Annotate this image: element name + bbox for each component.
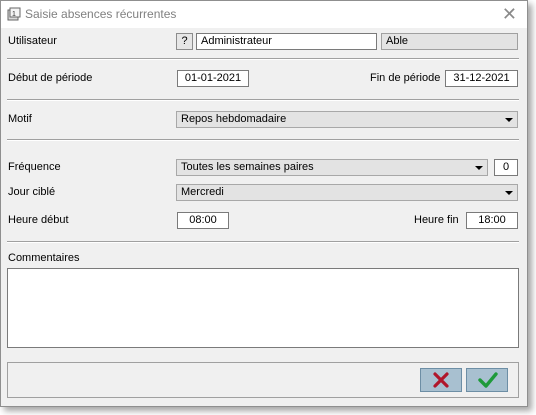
end-time-field[interactable]: 18:00: [466, 212, 518, 229]
frequency-select[interactable]: Toutes les semaines paires: [176, 159, 488, 176]
start-time-label: Heure début: [8, 214, 69, 226]
user-label: Utilisateur: [8, 35, 57, 47]
check-icon: [478, 372, 498, 388]
start-period-label: Début de période: [8, 72, 93, 84]
app-icon: 1: [7, 7, 21, 21]
reason-select[interactable]: Repos hebdomadaire: [176, 111, 518, 128]
chevron-down-icon: [505, 118, 513, 122]
start-period-field[interactable]: 01-01-2021: [177, 70, 249, 87]
chevron-down-icon: [505, 191, 513, 195]
target-day-select[interactable]: Mercredi: [176, 184, 518, 201]
frequency-count-field[interactable]: 0: [494, 159, 518, 176]
reason-label: Motif: [8, 113, 32, 125]
separator: [7, 58, 519, 60]
end-period-label: Fin de période: [370, 72, 441, 84]
comments-label: Commentaires: [8, 252, 80, 264]
user-lookup-button[interactable]: ?: [176, 33, 193, 50]
separator: [7, 139, 519, 141]
end-time-label: Heure fin: [414, 214, 459, 226]
dialog-window: 1 Saisie absences récurrentes ✕ Utilisat…: [0, 0, 528, 407]
start-time-field[interactable]: 08:00: [177, 212, 229, 229]
separator: [7, 241, 519, 243]
title-bar[interactable]: 1 Saisie absences récurrentes ✕: [1, 1, 527, 28]
frequency-select-value: Toutes les semaines paires: [181, 161, 314, 173]
comments-textarea[interactable]: [7, 268, 519, 348]
target-day-label: Jour ciblé: [8, 186, 56, 198]
x-mark-icon: [433, 372, 449, 388]
frequency-label: Fréquence: [8, 161, 61, 173]
user-field[interactable]: Administrateur: [196, 33, 377, 50]
window-title: Saisie absences récurrentes: [25, 7, 177, 21]
end-period-field[interactable]: 31-12-2021: [445, 70, 518, 87]
chevron-down-icon: [475, 166, 483, 170]
reason-select-value: Repos hebdomadaire: [181, 113, 287, 125]
cancel-button[interactable]: [420, 368, 462, 392]
user-secondary-field: Able: [381, 33, 518, 50]
close-icon[interactable]: ✕: [502, 4, 517, 24]
ok-button[interactable]: [466, 368, 508, 392]
separator: [7, 99, 519, 101]
target-day-select-value: Mercredi: [181, 186, 224, 198]
svg-text:1: 1: [12, 11, 16, 18]
